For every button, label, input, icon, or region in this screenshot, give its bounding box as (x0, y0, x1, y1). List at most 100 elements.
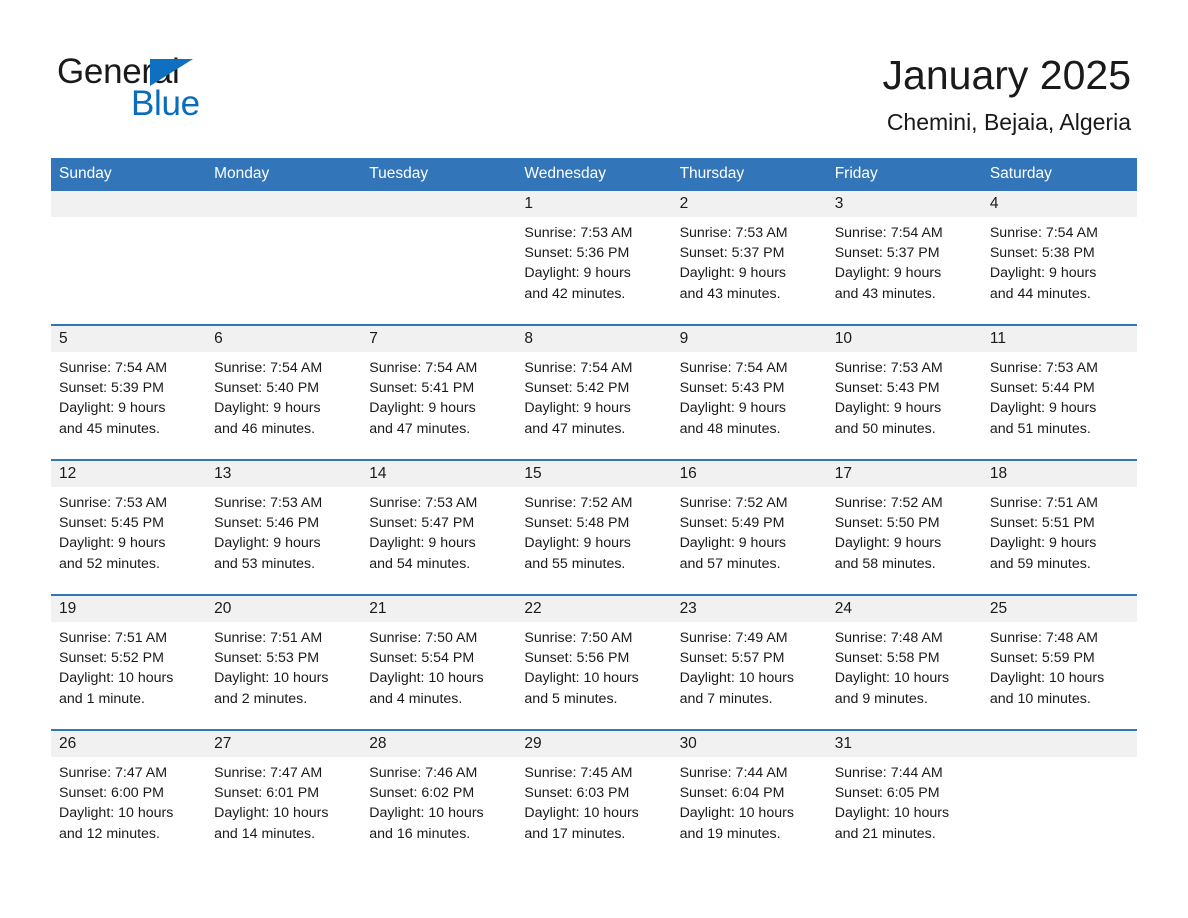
daylight-duration-line2: and 53 minutes. (214, 555, 316, 572)
day-cell-content: 3 Sunrise: 7:54 AM Sunset: 5:37 PM Daylight… (826, 191, 982, 324)
calendar-day-cell[interactable]: 22 Sunrise: 7:50 AM Sunset: 5:56 PM Dayligh… (516, 594, 672, 730)
calendar-day-cell[interactable]: 26 Sunrise: 7:47 AM Sunset: 6:00 PM Dayligh… (51, 729, 207, 864)
daylight-duration-line1: Daylight: 10 hours (369, 805, 484, 822)
day-cell-content: 12 Sunrise: 7:53 AM Sunset: 5:45 PM Dayligh… (51, 461, 207, 594)
day-cell-content: 2 Sunrise: 7:53 AM Sunset: 5:37 PM Daylight… (671, 191, 827, 324)
calendar-day-cell[interactable]: 13 Sunrise: 7:53 AM Sunset: 5:46 PM Dayligh… (206, 459, 362, 595)
daylight-duration-line2: and 7 minutes. (679, 690, 773, 707)
sunrise-time: Sunrise: 7:53 AM (59, 495, 168, 511)
day-number: 9 (671, 326, 827, 352)
sunset-time: Sunset: 5:37 PM (679, 245, 785, 262)
weekday-header-wednesday: Wednesday (516, 158, 672, 191)
calendar-day-cell[interactable]: 23 Sunrise: 7:49 AM Sunset: 5:57 PM Dayligh… (671, 594, 827, 730)
calendar-day-cell[interactable]: 6 Sunrise: 7:54 AM Sunset: 5:40 PM Daylight… (206, 324, 362, 460)
calendar-day-cell[interactable]: 12 Sunrise: 7:53 AM Sunset: 5:45 PM Dayligh… (51, 459, 207, 595)
daylight-duration-line2: and 50 minutes. (834, 420, 936, 437)
day-details: Sunrise: 7:54 AM Sunset: 5:37 PM Daylight:… (827, 217, 982, 304)
sunrise-time: Sunrise: 7:54 AM (214, 360, 323, 376)
daylight-duration-line1: Daylight: 9 hours (524, 535, 631, 552)
sunrise-time: Sunrise: 7:54 AM (524, 360, 633, 376)
day-number (361, 191, 517, 217)
calendar-day-cell[interactable]: 18 Sunrise: 7:51 AM Sunset: 5:51 PM Dayligh… (981, 459, 1137, 595)
general-blue-logo[interactable]: General Blue (57, 52, 317, 132)
day-number: 14 (361, 461, 517, 487)
location-subtitle: Chemini, Bejaia, Algeria (886, 109, 1131, 135)
calendar-day-cell[interactable]: 21 Sunrise: 7:50 AM Sunset: 5:54 PM Dayligh… (361, 594, 517, 730)
calendar-day-cell (361, 191, 517, 325)
day-details: Sunrise: 7:49 AM Sunset: 5:57 PM Daylight:… (672, 622, 827, 709)
daylight-duration-line2: and 4 minutes. (369, 690, 463, 707)
sunrise-time: Sunrise: 7:53 AM (834, 360, 943, 376)
calendar-day-cell[interactable]: 8 Sunrise: 7:54 AM Sunset: 5:42 PM Daylight… (516, 324, 672, 460)
sunrise-time: Sunrise: 7:50 AM (524, 630, 633, 646)
sunset-time: Sunset: 5:51 PM (989, 515, 1095, 532)
sunrise-time: Sunrise: 7:52 AM (834, 495, 943, 511)
sunset-time: Sunset: 5:59 PM (989, 650, 1095, 667)
day-number: 24 (826, 596, 982, 622)
sunrise-time: Sunrise: 7:44 AM (679, 765, 788, 781)
calendar-day-cell[interactable]: 4 Sunrise: 7:54 AM Sunset: 5:38 PM Daylight… (981, 191, 1137, 325)
calendar-day-cell[interactable]: 7 Sunrise: 7:54 AM Sunset: 5:41 PM Daylight… (361, 324, 517, 460)
calendar-day-cell[interactable]: 16 Sunrise: 7:52 AM Sunset: 5:49 PM Dayligh… (671, 459, 827, 595)
sunrise-time: Sunrise: 7:44 AM (834, 765, 943, 781)
calendar-week-row: 19 Sunrise: 7:51 AM Sunset: 5:52 PM Dayligh… (51, 594, 1137, 730)
calendar-day-cell[interactable]: 1 Sunrise: 7:53 AM Sunset: 5:36 PM Daylight… (516, 191, 672, 325)
calendar-day-cell[interactable]: 30 Sunrise: 7:44 AM Sunset: 6:04 PM Dayligh… (671, 729, 827, 864)
sunset-time: Sunset: 5:53 PM (214, 650, 320, 667)
daylight-duration-line2: and 14 minutes. (214, 825, 316, 842)
sunrise-time: Sunrise: 7:45 AM (524, 765, 633, 781)
calendar-day-cell[interactable]: 11 Sunrise: 7:53 AM Sunset: 5:44 PM Dayligh… (981, 324, 1137, 460)
sunset-time: Sunset: 5:48 PM (524, 515, 630, 532)
calendar-day-cell[interactable]: 28 Sunrise: 7:46 AM Sunset: 6:02 PM Dayligh… (361, 729, 517, 864)
calendar-day-cell[interactable]: 14 Sunrise: 7:53 AM Sunset: 5:47 PM Dayligh… (361, 459, 517, 595)
calendar-day-cell[interactable]: 29 Sunrise: 7:45 AM Sunset: 6:03 PM Dayligh… (516, 729, 672, 864)
sunrise-time: Sunrise: 7:50 AM (369, 630, 478, 646)
day-details: Sunrise: 7:51 AM Sunset: 5:53 PM Daylight:… (206, 622, 361, 709)
calendar-day-cell[interactable]: 10 Sunrise: 7:53 AM Sunset: 5:43 PM Dayligh… (826, 324, 982, 460)
calendar-day-cell[interactable]: 9 Sunrise: 7:54 AM Sunset: 5:43 PM Daylight… (671, 324, 827, 460)
sunrise-time: Sunrise: 7:53 AM (679, 225, 788, 241)
daylight-duration-line2: and 47 minutes. (524, 420, 626, 437)
day-details: Sunrise: 7:53 AM Sunset: 5:43 PM Daylight:… (827, 352, 982, 439)
daylight-duration-line1: Daylight: 9 hours (989, 265, 1097, 282)
calendar-day-cell[interactable]: 20 Sunrise: 7:51 AM Sunset: 5:53 PM Dayligh… (206, 594, 362, 730)
day-details: Sunrise: 7:53 AM Sunset: 5:47 PM Daylight:… (361, 487, 516, 574)
calendar-day-cell[interactable]: 31 Sunrise: 7:44 AM Sunset: 6:05 PM Dayligh… (826, 729, 982, 864)
day-cell-content: 10 Sunrise: 7:53 AM Sunset: 5:43 PM Dayligh… (826, 326, 982, 459)
calendar-day-cell[interactable]: 27 Sunrise: 7:47 AM Sunset: 6:01 PM Dayligh… (206, 729, 362, 864)
calendar-day-cell[interactable]: 3 Sunrise: 7:54 AM Sunset: 5:37 PM Daylight… (826, 191, 982, 325)
daylight-duration-line2: and 1 minute. (59, 690, 145, 707)
day-cell-content: 8 Sunrise: 7:54 AM Sunset: 5:42 PM Daylight… (516, 326, 672, 459)
calendar-day-cell[interactable]: 25 Sunrise: 7:48 AM Sunset: 5:59 PM Dayligh… (981, 594, 1137, 730)
calendar-day-cell[interactable]: 24 Sunrise: 7:48 AM Sunset: 5:58 PM Dayligh… (826, 594, 982, 730)
calendar-day-cell[interactable]: 2 Sunrise: 7:53 AM Sunset: 5:37 PM Daylight… (671, 191, 827, 325)
calendar-day-cell[interactable]: 5 Sunrise: 7:54 AM Sunset: 5:39 PM Daylight… (51, 324, 207, 460)
daylight-duration-line1: Daylight: 9 hours (679, 400, 787, 417)
day-details: Sunrise: 7:53 AM Sunset: 5:46 PM Daylight:… (206, 487, 361, 574)
daylight-duration-line2: and 21 minutes. (834, 825, 936, 842)
day-number: 4 (981, 191, 1137, 217)
day-details: Sunrise: 7:53 AM Sunset: 5:44 PM Daylight:… (982, 352, 1137, 439)
day-details: Sunrise: 7:44 AM Sunset: 6:04 PM Daylight:… (672, 757, 827, 844)
day-cell-content: 1 Sunrise: 7:53 AM Sunset: 5:36 PM Daylight… (516, 191, 672, 324)
sunset-time: Sunset: 5:38 PM (989, 245, 1095, 262)
day-cell-content: 7 Sunrise: 7:54 AM Sunset: 5:41 PM Daylight… (361, 326, 517, 459)
daylight-duration-line2: and 42 minutes. (524, 285, 626, 302)
daylight-duration-line1: Daylight: 9 hours (989, 400, 1097, 417)
calendar-day-cell[interactable]: 17 Sunrise: 7:52 AM Sunset: 5:50 PM Dayligh… (826, 459, 982, 595)
daylight-duration-line2: and 5 minutes. (524, 690, 618, 707)
sunset-time: Sunset: 6:05 PM (834, 785, 940, 802)
sunset-time: Sunset: 5:42 PM (524, 380, 630, 397)
sunset-time: Sunset: 5:36 PM (524, 245, 630, 262)
calendar-day-cell[interactable]: 19 Sunrise: 7:51 AM Sunset: 5:52 PM Dayligh… (51, 594, 207, 730)
calendar-week-row: 1 Sunrise: 7:53 AM Sunset: 5:36 PM Daylight… (51, 191, 1137, 325)
calendar-day-cell[interactable]: 15 Sunrise: 7:52 AM Sunset: 5:48 PM Dayligh… (516, 459, 672, 595)
day-cell-content: 18 Sunrise: 7:51 AM Sunset: 5:51 PM Dayligh… (981, 461, 1137, 594)
sunrise-time: Sunrise: 7:49 AM (679, 630, 788, 646)
day-cell-content (361, 191, 517, 324)
day-cell-content: 31 Sunrise: 7:44 AM Sunset: 6:05 PM Dayligh… (826, 731, 982, 864)
sunset-time: Sunset: 5:44 PM (989, 380, 1095, 397)
daylight-duration-line2: and 47 minutes. (369, 420, 471, 437)
daylight-duration-line2: and 43 minutes. (834, 285, 936, 302)
daylight-duration-line2: and 57 minutes. (679, 555, 781, 572)
